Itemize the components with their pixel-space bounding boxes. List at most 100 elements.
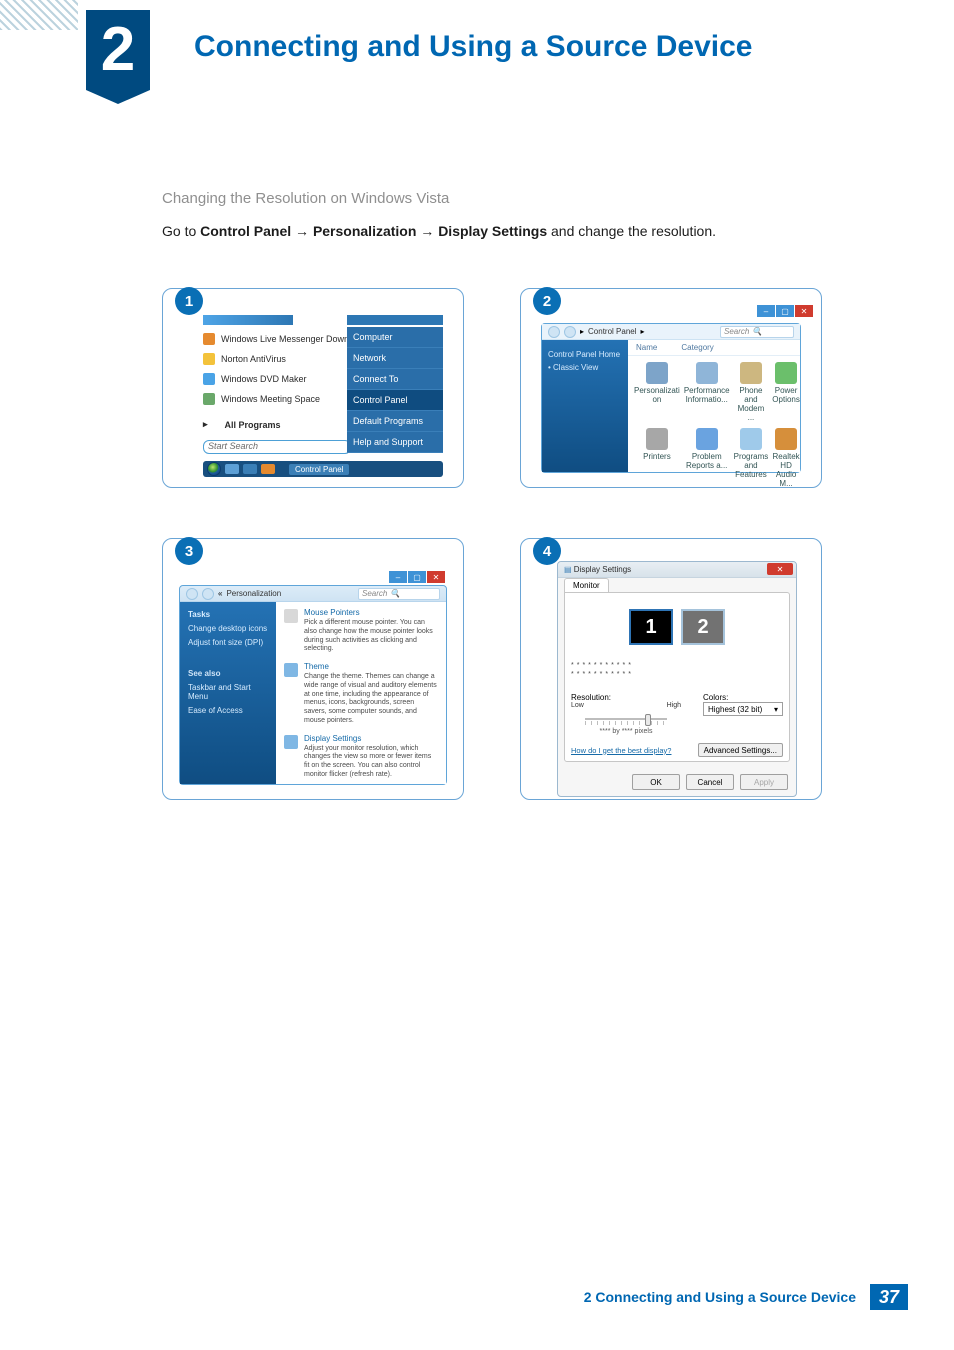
search-icon: 🔍 [390,589,400,598]
program-label: Windows DVD Maker [221,374,307,384]
resolution-label: Resolution: [571,693,681,702]
screenshot-panel-1: 1 Windows Live Messenger Download Norton… [162,288,464,488]
program-label: Windows Meeting Space [221,394,320,404]
advanced-settings-button[interactable]: Advanced Settings... [698,743,783,757]
section-desc: Adjust your monitor resolution, which ch… [304,745,438,780]
close-icon[interactable]: ✕ [795,305,813,317]
taskbar-button[interactable] [261,464,275,474]
menu-item[interactable]: Connect To [347,369,443,390]
cp-icon[interactable]: Problem Reports a... [684,428,730,488]
col-header: Name [636,343,657,352]
section-link[interactable]: Mouse Pointers [304,608,438,617]
cp-icon[interactable]: Phone and Modem ... [734,362,769,422]
seealso-link[interactable]: Taskbar and Start Menu [188,683,268,701]
tab-monitor[interactable]: Monitor [564,578,609,592]
cp-icon[interactable]: Programs and Features [734,428,769,488]
section-link[interactable]: Theme [304,662,438,671]
cp-icon[interactable]: Power Options [772,362,800,422]
side-link[interactable]: • Classic View [548,363,622,372]
slider-low: Low [571,702,584,709]
app-icon [203,333,215,345]
start-menu-screenshot: Windows Live Messenger Download Norton A… [173,307,453,477]
breadcrumb: Control Panel [588,327,636,336]
maximize-icon[interactable]: ▢ [408,571,426,583]
task-link[interactable]: Change desktop icons [188,624,268,633]
resolution-value: **** by **** pixels [571,728,681,735]
close-icon[interactable]: ✕ [427,571,445,583]
screenshot-panel-3: 3 – ▢ ✕ « Personalization Search🔍 [162,538,464,800]
side-link[interactable]: Control Panel Home [548,350,622,359]
all-programs: All Programs [225,420,281,430]
chapter-badge: 2 [86,10,150,90]
monitor-1[interactable]: 1 [629,609,673,645]
cp-icon[interactable]: Performance Informatio... [684,362,730,422]
chapter-title: Connecting and Using a Source Device [194,30,752,64]
cp-icon[interactable]: Realtek HD Audio M... [772,428,800,488]
tasks-label: Tasks [188,610,268,619]
seealso-label: See also [188,669,268,678]
section-icon [284,735,298,749]
menu-item[interactable]: Help and Support [347,432,443,453]
apply-button[interactable]: Apply [740,774,788,790]
instr-prefix: Go to [162,223,200,239]
menu-item[interactable]: Network [347,348,443,369]
ok-button[interactable]: OK [632,774,680,790]
nav-back-icon[interactable] [186,588,198,600]
program-label: Windows Live Messenger Download [221,334,366,344]
path-3: Display Settings [438,223,547,239]
redacted-text: ********************** [571,661,783,679]
section-desc: Change the theme. Themes can change a wi… [304,673,438,726]
seealso-link[interactable]: Ease of Access [188,706,268,715]
section-desc: Pick a different mouse pointer. You can … [304,619,438,654]
chevron-down-icon: ▾ [774,705,778,714]
task-link[interactable]: Adjust font size (DPI) [188,638,268,647]
start-search-input[interactable]: Start Search [203,440,351,454]
minimize-icon[interactable]: – [757,305,775,317]
nav-fwd-icon[interactable] [202,588,214,600]
body-text: Changing the Resolution on Windows Vista… [162,190,842,242]
personalization-screenshot: – ▢ ✕ « Personalization Search🔍 [173,557,453,789]
page-hatch [0,0,78,30]
col-header: Category [681,343,713,352]
slider-high: High [667,702,681,709]
monitor-2[interactable]: 2 [681,609,725,645]
colors-value: Highest (32 bit) [708,705,762,714]
search-input[interactable]: Search🔍 [720,326,794,338]
menu-item-control-panel[interactable]: Control Panel [347,390,443,411]
path-1: Control Panel [200,223,291,239]
menu-item[interactable]: Computer [347,327,443,348]
page-footer: 2 Connecting and Using a Source Device 3… [0,1284,954,1310]
display-settings-screenshot: ▤ Display Settings ✕ Monitor 1 2 ******* [531,557,811,789]
taskbar-button[interactable] [225,464,239,474]
app-icon [203,393,215,405]
slider-thumb-icon[interactable] [645,714,651,726]
close-icon[interactable]: ✕ [767,563,793,575]
taskbar-button[interactable] [243,464,257,474]
maximize-icon[interactable]: ▢ [776,305,794,317]
taskbar-control-panel[interactable]: Control Panel [289,464,349,475]
arrow-1: → [291,223,313,239]
menu-item[interactable]: Default Programs [347,411,443,432]
resolution-slider[interactable] [571,712,681,726]
colors-select[interactable]: Highest (32 bit) ▾ [703,702,783,716]
arrow-2: → [416,223,438,239]
instr-suffix: and change the resolution. [547,223,716,239]
taskbar: Control Panel [203,461,443,477]
cp-icon[interactable]: Personalizati on [634,362,680,422]
section-subtitle: Changing the Resolution on Windows Vista [162,190,842,207]
cancel-button[interactable]: Cancel [686,774,734,790]
search-input[interactable]: Search🔍 [358,588,440,600]
cp-icon[interactable]: Printers [634,428,680,488]
minimize-icon[interactable]: – [389,571,407,583]
start-orb-icon[interactable] [207,462,221,476]
path-2: Personalization [313,223,416,239]
section-icon [284,663,298,677]
program-label: Norton AntiVirus [221,354,286,364]
colors-label: Colors: [703,693,783,702]
chevron-right-icon: ▸ [203,419,208,430]
nav-back-icon[interactable] [548,326,560,338]
nav-fwd-icon[interactable] [564,326,576,338]
section-link-display-settings[interactable]: Display Settings [304,734,438,743]
section-icon [284,609,298,623]
help-link[interactable]: How do I get the best display? [571,746,671,755]
